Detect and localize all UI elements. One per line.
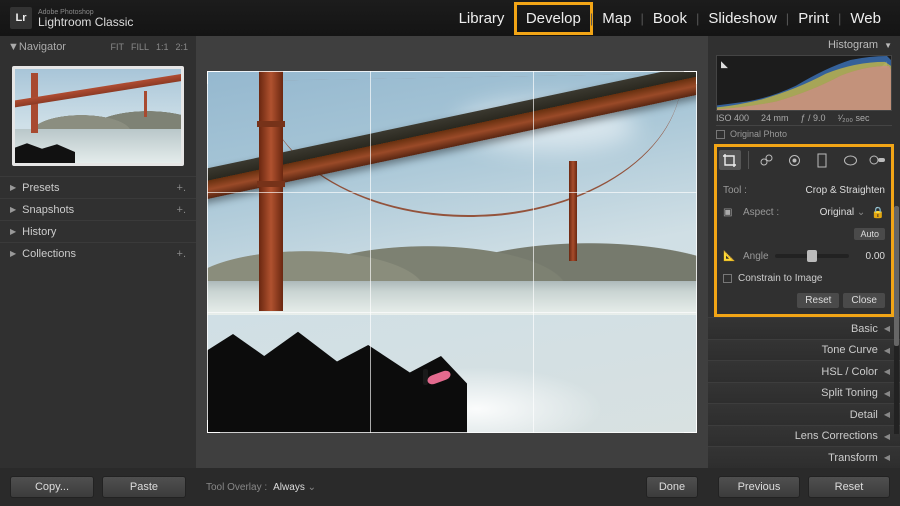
crop-panel: Tool : Crop & Straighten ▣ Aspect : Orig…	[714, 173, 894, 317]
panel-collections[interactable]: ▶Collections+.	[0, 242, 196, 264]
navigator-label: Navigator	[19, 41, 66, 53]
bottom-bar: Copy... Paste Tool Overlay : Always ⌄ Do…	[0, 468, 900, 506]
module-map[interactable]: Map	[593, 5, 640, 32]
tool-radial-filter[interactable]	[839, 150, 861, 170]
tool-redeye[interactable]	[784, 150, 806, 170]
panel-detail[interactable]: Detail◀	[708, 403, 900, 425]
right-panel: Histogram▼ ◣ ◢ ISO 40024 mmƒ / 9.0¹⁄₂₀₀ …	[708, 36, 900, 468]
panel-hsl-color[interactable]: HSL / Color◀	[708, 360, 900, 382]
navigator-header[interactable]: ▼ Navigator FIT FILL 1:1 2:1	[0, 36, 196, 58]
reset-button[interactable]: Reset	[808, 476, 890, 498]
tool-crop[interactable]	[719, 150, 741, 170]
panel-lens-corrections[interactable]: Lens Corrections◀	[708, 425, 900, 447]
angle-slider[interactable]	[775, 254, 849, 258]
app-name: Lightroom Classic	[38, 16, 133, 28]
panel-basic[interactable]: Basic◀	[708, 317, 900, 339]
angle-label: Angle	[743, 251, 769, 262]
logo-icon: Lr	[10, 7, 32, 29]
original-photo-toggle[interactable]: Original Photo	[716, 126, 892, 143]
panel-snapshots[interactable]: ▶Snapshots+.	[0, 198, 196, 220]
top-bar: Lr Adobe Photoshop Lightroom Classic Lib…	[0, 0, 900, 36]
app-logo: Lr Adobe Photoshop Lightroom Classic	[10, 7, 133, 29]
constrain-checkbox[interactable]	[723, 274, 732, 283]
crop-close-button[interactable]: Close	[843, 293, 885, 308]
module-library[interactable]: Library	[450, 5, 514, 32]
histogram-header[interactable]: Histogram▼	[708, 36, 900, 55]
module-book[interactable]: Book	[644, 5, 696, 32]
angle-value[interactable]: 0.00	[855, 251, 885, 262]
previous-button[interactable]: Previous	[718, 476, 800, 498]
navigator-thumbnail[interactable]	[12, 66, 184, 166]
module-print[interactable]: Print	[789, 5, 838, 32]
tool-spot-removal[interactable]	[756, 150, 778, 170]
panel-tone-curve[interactable]: Tone Curve◀	[708, 339, 900, 361]
paste-settings-button[interactable]: Paste	[102, 476, 186, 498]
crop-reset-button[interactable]: Reset	[797, 293, 839, 308]
angle-icon[interactable]: 📐	[723, 251, 737, 262]
left-panel: ▼ Navigator FIT FILL 1:1 2:1 ▶Presets+. …	[0, 36, 196, 468]
module-web[interactable]: Web	[841, 5, 890, 32]
chevron-down-icon: ▼	[8, 41, 19, 53]
develop-canvas[interactable]	[196, 36, 708, 468]
copy-settings-button[interactable]: Copy...	[10, 476, 94, 498]
tool-graduated-filter[interactable]	[811, 150, 833, 170]
develop-toolstrip	[714, 144, 894, 173]
panel-transform[interactable]: Transform◀	[708, 446, 900, 468]
tool-name: Crop & Straighten	[806, 185, 886, 196]
image-preview[interactable]	[207, 71, 697, 433]
tool-label: Tool :	[723, 185, 747, 196]
checkbox-icon[interactable]	[716, 130, 725, 139]
main-area: ▼ Navigator FIT FILL 1:1 2:1 ▶Presets+. …	[0, 36, 900, 468]
panel-history[interactable]: ▶History	[0, 220, 196, 242]
aspect-value[interactable]: Original ⌄	[820, 207, 866, 218]
done-button[interactable]: Done	[646, 476, 698, 498]
tool-overlay-label: Tool Overlay :	[206, 482, 267, 493]
module-slideshow[interactable]: Slideshow	[699, 5, 785, 32]
navigator-zoom-modes[interactable]: FIT FILL 1:1 2:1	[110, 42, 188, 52]
constrain-label: Constrain to Image	[738, 273, 823, 284]
subject-surfer	[423, 369, 428, 385]
exif-strip: ISO 40024 mmƒ / 9.0¹⁄₂₀₀ sec	[716, 111, 892, 126]
right-panel-scrollbar[interactable]	[894, 206, 899, 434]
panel-presets[interactable]: ▶Presets+.	[0, 176, 196, 198]
module-develop[interactable]: Develop	[517, 5, 590, 32]
auto-straighten-button[interactable]: Auto	[854, 228, 885, 240]
tool-overlay-dropdown[interactable]: Always ⌄	[273, 482, 316, 493]
panel-split-toning[interactable]: Split Toning◀	[708, 382, 900, 404]
chevron-down-icon: ▼	[884, 41, 892, 50]
lock-icon[interactable]: 🔒	[871, 206, 885, 219]
aspect-label: Aspect :	[743, 207, 779, 218]
tool-adjustment-brush[interactable]	[867, 150, 889, 170]
module-picker: Library| Develop| Map| Book| Slideshow| …	[450, 5, 890, 32]
aspect-icon[interactable]: ▣	[723, 207, 737, 218]
histogram[interactable]: ◣ ◢	[716, 55, 892, 111]
